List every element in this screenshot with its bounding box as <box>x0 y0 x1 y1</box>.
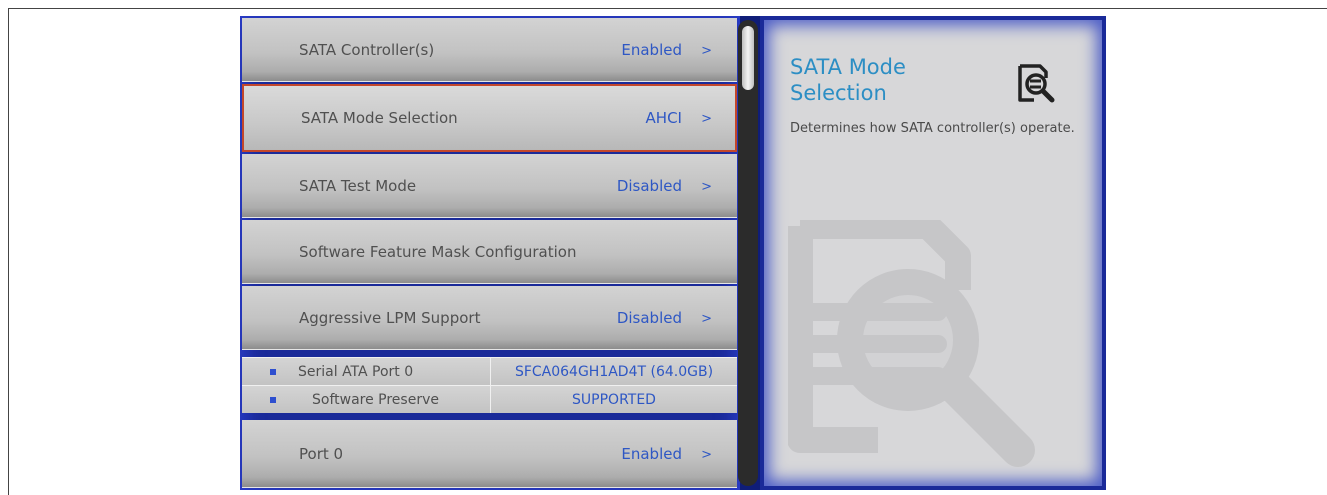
help-panel: SATA Mode Selection Determines how SATA … <box>760 16 1106 490</box>
document-search-icon <box>1018 64 1055 103</box>
menu-item-aggressive-lpm[interactable]: Aggressive LPM Support Disabled > <box>242 286 737 350</box>
bullet-icon <box>270 397 276 403</box>
menu-item-port-0[interactable]: Port 0 Enabled > <box>242 420 737 488</box>
menu-item-software-feature-mask[interactable]: Software Feature Mask Configuration <box>242 220 737 284</box>
menu-item-value: AHCI <box>645 109 682 127</box>
menu-item-label: SATA Mode Selection <box>301 109 458 127</box>
chevron-right-icon: > <box>701 111 712 127</box>
scrollbar[interactable] <box>738 20 758 486</box>
help-description: Determines how SATA controller(s) operat… <box>790 121 1075 136</box>
port-info-row: Software Preserve SUPPORTED <box>242 385 737 413</box>
chevron-right-icon: > <box>701 43 712 59</box>
help-title: SATA Mode Selection <box>790 55 906 105</box>
menu-panel: SATA Controller(s) Enabled > SATA Mode S… <box>240 16 740 490</box>
menu-item-sata-controllers[interactable]: SATA Controller(s) Enabled > <box>242 18 737 82</box>
bullet-icon <box>270 369 276 375</box>
bios-setup-screen: SATA Controller(s) Enabled > SATA Mode S… <box>240 16 1106 490</box>
menu-item-label: Port 0 <box>299 444 344 463</box>
scrollbar-thumb[interactable] <box>742 26 754 90</box>
chevron-right-icon: > <box>701 447 712 463</box>
port-info-key: Serial ATA Port 0 <box>298 363 414 380</box>
menu-item-label: Aggressive LPM Support <box>299 308 481 327</box>
port-info-row: Serial ATA Port 0 SFCA064GH1AD4T (64.0GB… <box>242 357 737 385</box>
menu-item-sata-test-mode[interactable]: SATA Test Mode Disabled > <box>242 154 737 218</box>
menu-item-label: SATA Test Mode <box>299 176 417 195</box>
chevron-right-icon: > <box>701 179 712 195</box>
port-info-value: SUPPORTED <box>490 386 737 413</box>
menu-item-value: Enabled <box>621 444 682 463</box>
menu-item-sata-mode-selection[interactable]: SATA Mode Selection AHCI > <box>242 84 737 152</box>
port-info-key: Software Preserve <box>312 391 439 408</box>
port-info-value: SFCA064GH1AD4T (64.0GB) <box>490 358 737 385</box>
menu-item-label: SATA Controller(s) <box>299 40 435 59</box>
help-panel-body: SATA Mode Selection Determines how SATA … <box>764 20 1102 486</box>
document-search-watermark-icon <box>788 220 1035 467</box>
menu-item-value: Enabled <box>621 40 682 59</box>
menu-item-label: Software Feature Mask Configuration <box>299 242 577 261</box>
menu-item-value: Disabled <box>616 176 682 195</box>
menu-item-value: Disabled <box>616 308 682 327</box>
chevron-right-icon: > <box>701 311 712 327</box>
